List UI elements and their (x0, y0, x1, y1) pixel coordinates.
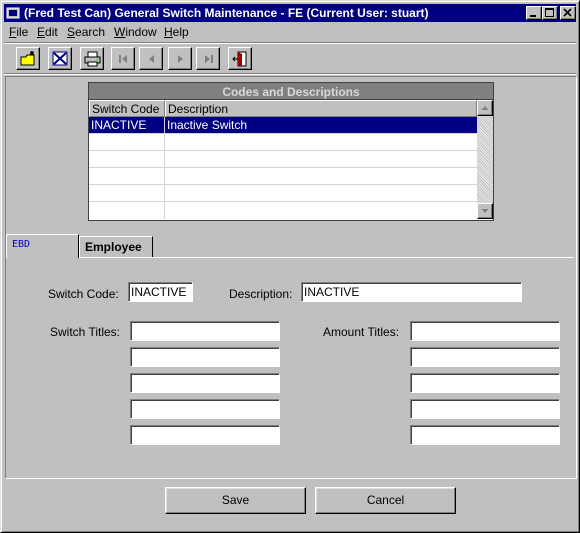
cell-switch-code[interactable] (89, 185, 165, 202)
table-row-empty[interactable] (89, 168, 477, 185)
table-row-empty[interactable] (89, 185, 477, 202)
previous-record-icon (149, 55, 154, 63)
last-record-icon (205, 55, 213, 63)
table-row-empty[interactable] (89, 151, 477, 168)
print-button[interactable] (80, 47, 104, 70)
last-record-button[interactable] (196, 47, 220, 70)
exit-icon (232, 51, 247, 67)
scroll-up-button[interactable] (477, 100, 493, 116)
new-button[interactable] (16, 47, 40, 70)
tab-panel (6, 257, 574, 475)
menu-help[interactable]: Help (164, 25, 189, 39)
tab-ebd[interactable]: EBD (6, 234, 79, 258)
arrow-up-icon (481, 106, 489, 110)
cell-switch-code[interactable] (89, 134, 165, 151)
new-icon (20, 51, 35, 66)
arrow-down-icon (481, 209, 489, 213)
window-title: (Fred Test Can) General Switch Maintenan… (24, 6, 429, 20)
previous-record-button[interactable] (139, 47, 163, 70)
main-window: (Fred Test Can) General Switch Maintenan… (0, 0, 580, 533)
codes-grid[interactable]: Switch Code Description INACTIVE Inactiv… (88, 100, 494, 221)
print-icon (84, 51, 101, 67)
delete-button[interactable] (48, 47, 72, 70)
first-record-icon (119, 55, 127, 63)
menu-window[interactable]: Window (114, 25, 157, 39)
minimize-icon (530, 15, 536, 17)
maximize-icon (545, 8, 554, 17)
close-icon (563, 8, 572, 17)
cell-switch-code[interactable] (89, 151, 165, 168)
table-row-empty[interactable] (89, 134, 477, 151)
grid-title: Codes and Descriptions (88, 82, 494, 100)
cell-switch-code[interactable]: INACTIVE (89, 117, 165, 134)
column-header-description[interactable]: Description (165, 100, 477, 117)
scroll-down-button[interactable] (477, 203, 493, 219)
delete-icon (52, 51, 68, 66)
close-button[interactable] (560, 6, 576, 20)
first-record-button[interactable] (111, 47, 135, 70)
menu-edit[interactable]: Edit (37, 25, 58, 39)
app-icon[interactable] (6, 6, 20, 20)
table-row[interactable]: INACTIVE Inactive Switch (89, 117, 477, 134)
save-button[interactable]: Save (165, 487, 306, 514)
cancel-button[interactable]: Cancel (315, 487, 456, 514)
menu-bar: File Edit Search Window Help (4, 23, 576, 41)
title-bar[interactable]: (Fred Test Can) General Switch Maintenan… (4, 4, 576, 22)
menu-separator (4, 42, 576, 44)
tab-employee[interactable]: Employee (79, 236, 153, 258)
minimize-button[interactable] (526, 6, 542, 20)
toolbar-separator (4, 73, 576, 75)
cell-switch-code[interactable] (89, 168, 165, 185)
menu-search[interactable]: Search (67, 25, 105, 39)
next-record-icon (178, 55, 183, 63)
table-row-empty[interactable] (89, 202, 477, 219)
exit-button[interactable] (228, 47, 252, 70)
menu-file[interactable]: File (9, 25, 28, 39)
cell-switch-code[interactable] (89, 202, 165, 219)
next-record-button[interactable] (168, 47, 192, 70)
grid-vertical-scrollbar[interactable] (477, 100, 493, 219)
column-header-switch-code[interactable]: Switch Code (89, 100, 165, 117)
cell-description[interactable]: Inactive Switch (165, 117, 477, 134)
maximize-button[interactable] (542, 6, 558, 20)
